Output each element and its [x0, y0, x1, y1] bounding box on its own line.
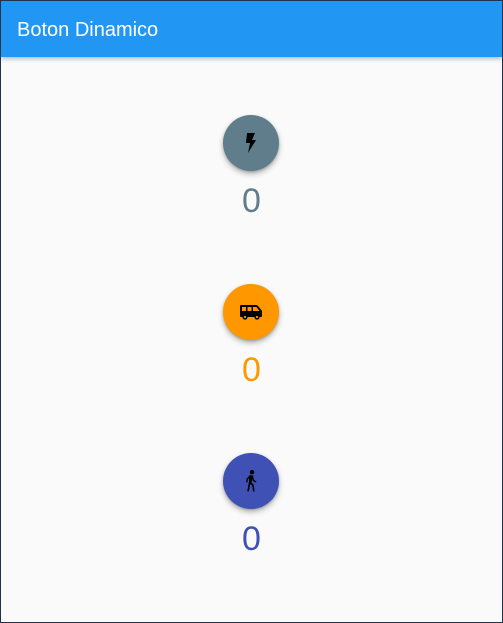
app-window: Boton Dinamico 0 0 0 — [0, 0, 503, 623]
van-icon — [240, 305, 262, 320]
flash-button[interactable] — [223, 115, 279, 171]
app-bar: Boton Dinamico — [1, 1, 502, 57]
van-button[interactable] — [223, 284, 279, 340]
app-bar-title: Boton Dinamico — [17, 19, 159, 41]
walk-count: 0 — [242, 520, 261, 558]
counters-area: 0 0 0 — [1, 57, 502, 622]
flash-count: 0 — [242, 182, 261, 220]
counter-van: 0 — [1, 284, 502, 394]
counter-walk: 0 — [1, 453, 502, 563]
walk-button[interactable] — [223, 453, 279, 509]
van-count: 0 — [242, 351, 261, 389]
counter-flash: 0 — [1, 115, 502, 225]
walk-icon — [246, 470, 257, 492]
flash-icon — [246, 133, 256, 153]
